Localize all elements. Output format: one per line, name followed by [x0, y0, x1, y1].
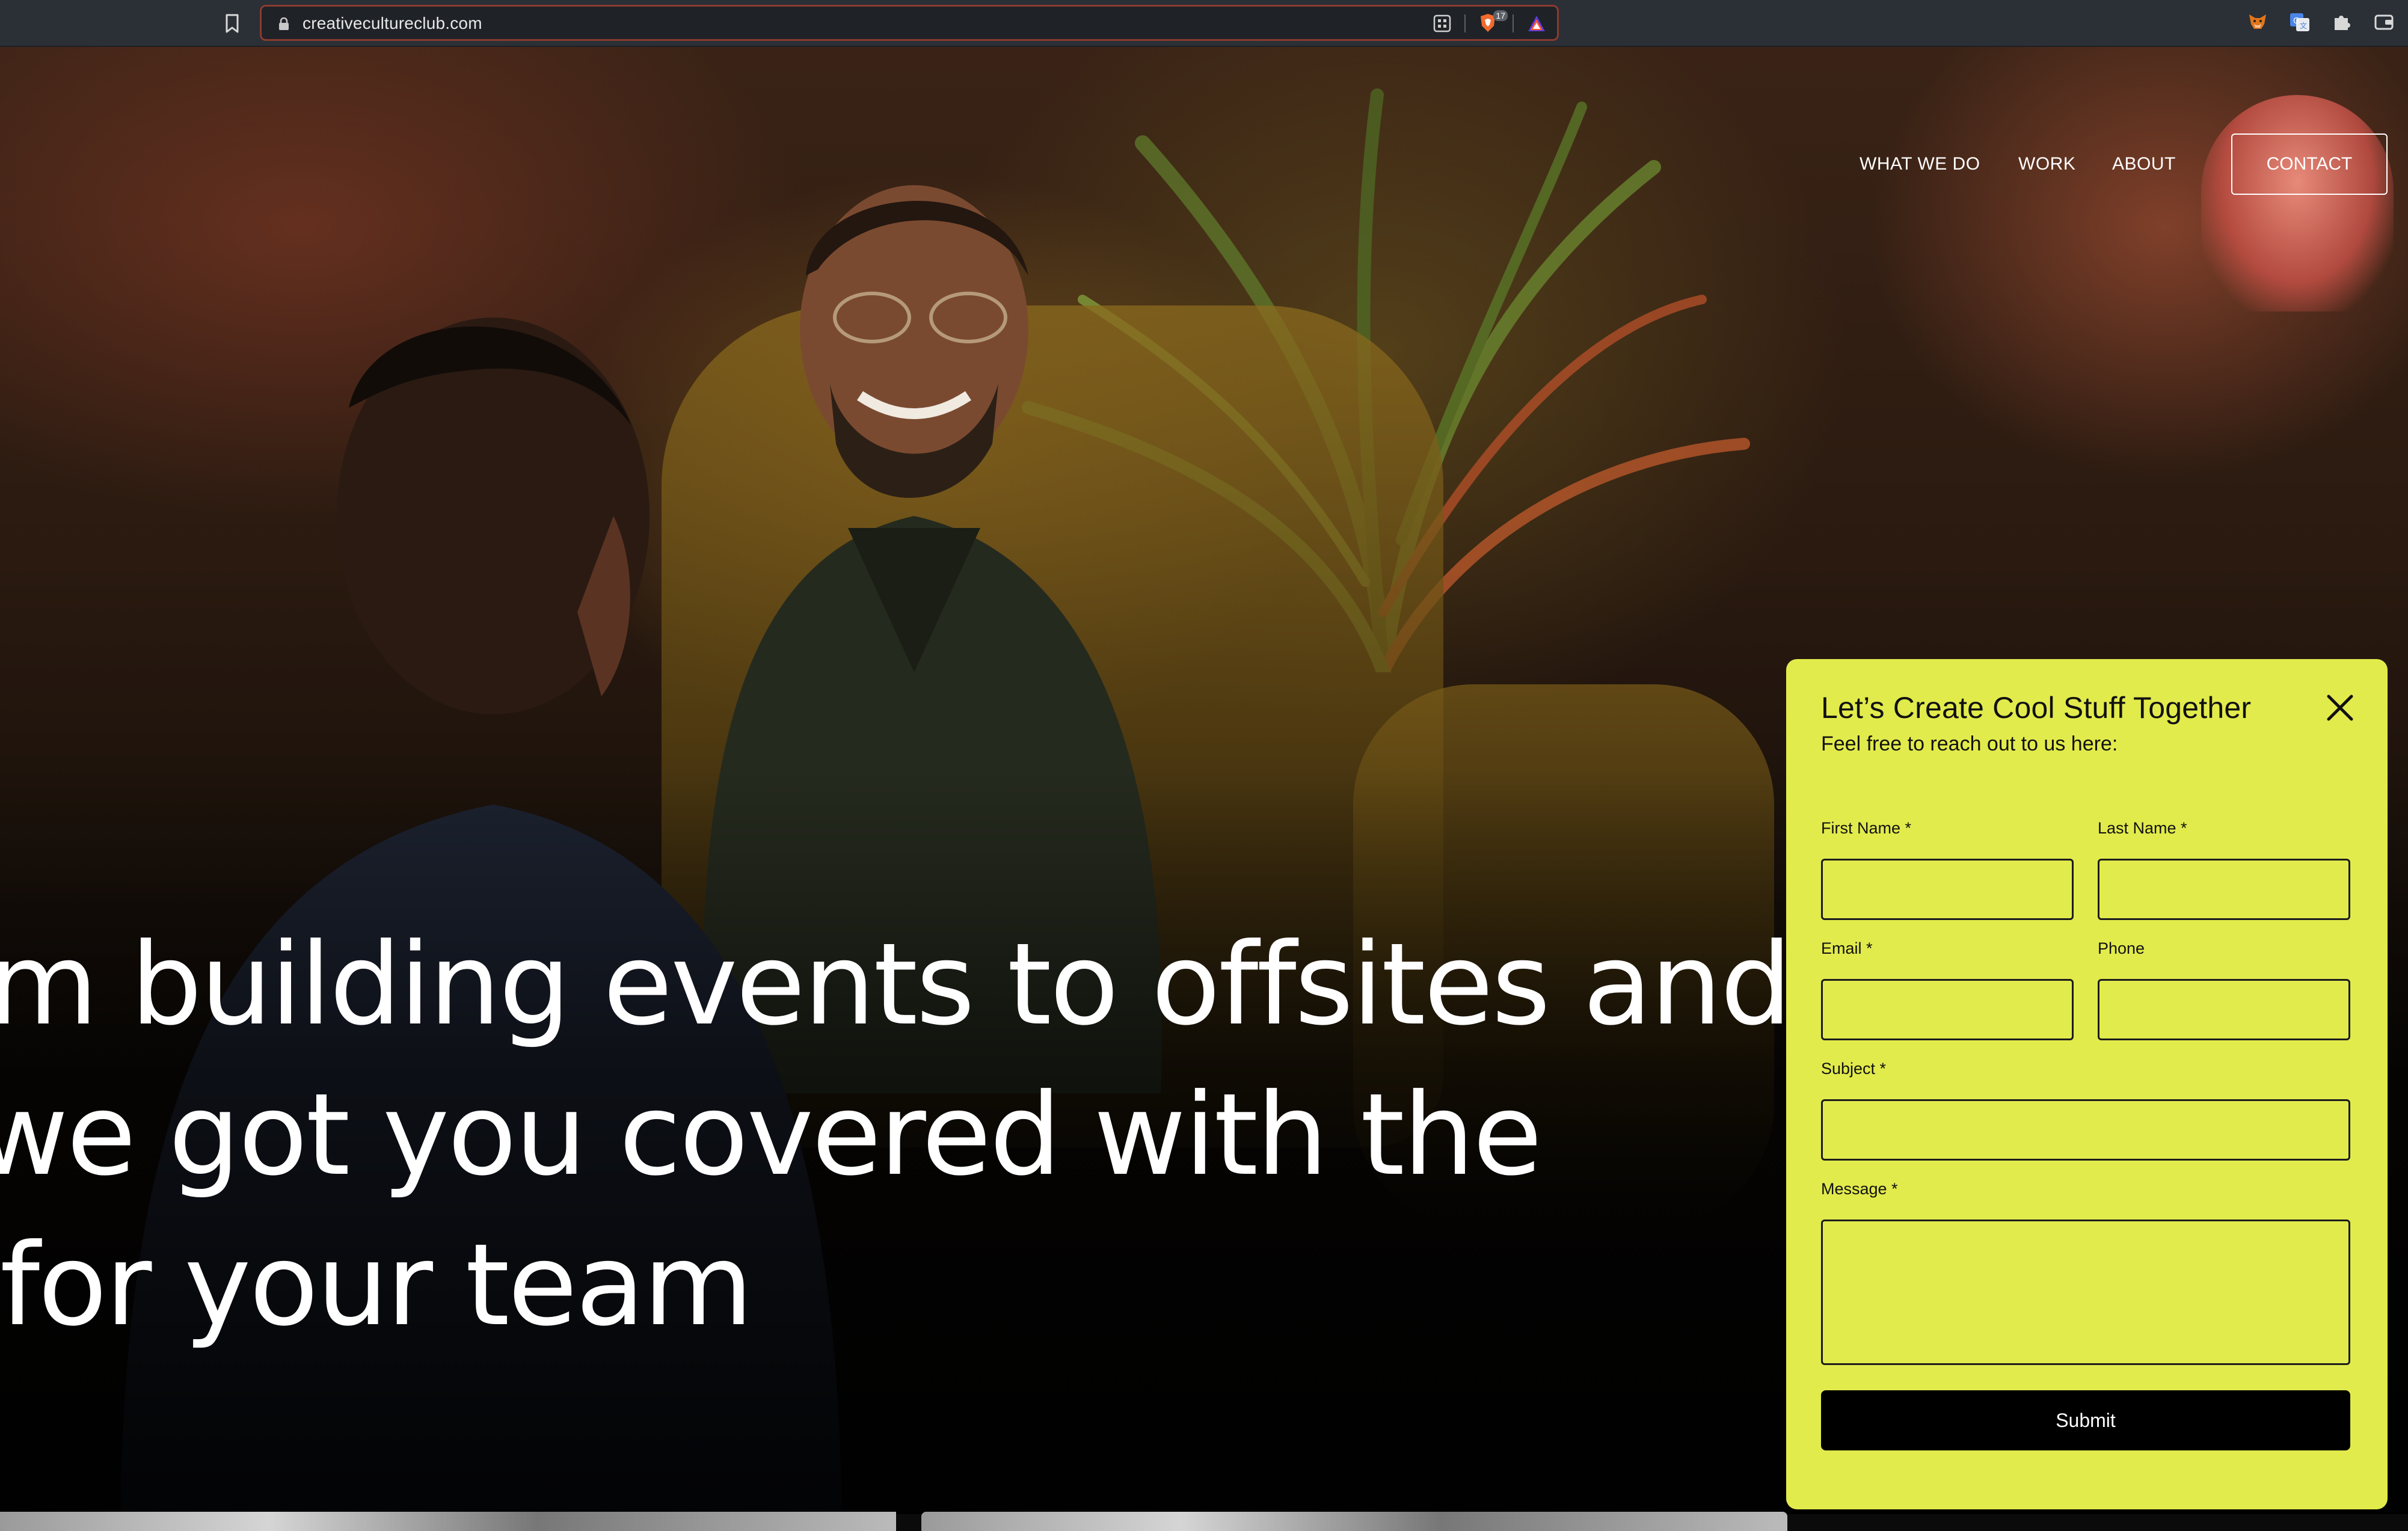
bookmark-icon[interactable] [224, 13, 241, 34]
last-name-label: Last Name * [2098, 819, 2187, 837]
shield-count-badge: 17 [1493, 10, 1508, 21]
phone-field[interactable] [2098, 979, 2350, 1040]
last-name-field[interactable] [2098, 859, 2350, 920]
subject-field[interactable] [1821, 1099, 2350, 1161]
modal-subtitle: Feel free to reach out to us here: [1821, 732, 2118, 755]
email-field[interactable] [1821, 979, 2074, 1040]
lock-icon[interactable] [278, 17, 289, 31]
wallet-icon[interactable] [2373, 11, 2395, 32]
browser-toolbar: creativecultureclub.com 17 G 文 [0, 0, 2408, 47]
message-label: Message * [1821, 1180, 1898, 1198]
metamask-fox-icon[interactable] [2247, 11, 2268, 32]
address-bar-divider [1464, 14, 1466, 32]
address-bar[interactable]: creativecultureclub.com 17 [260, 5, 1559, 41]
close-icon[interactable] [2324, 692, 2356, 724]
site-nav: WHAT WE DO WORK ABOUT CONTACT [0, 133, 2408, 206]
nav-about[interactable]: ABOUT [2112, 154, 2176, 174]
svg-text:文: 文 [2300, 21, 2307, 30]
email-label: Email * [1821, 939, 1873, 957]
translate-icon[interactable]: G 文 [2289, 11, 2311, 32]
contact-modal: Let’s Create Cool Stuff Together Feel fr… [1786, 659, 2388, 1509]
address-bar-divider [1513, 14, 1514, 32]
phone-label: Phone [2098, 939, 2145, 957]
message-field[interactable] [1821, 1220, 2350, 1365]
first-name-label: First Name * [1821, 819, 1912, 837]
nav-work[interactable]: WORK [2018, 154, 2075, 174]
submit-button[interactable]: Submit [1821, 1390, 2350, 1450]
svg-text:G: G [2293, 17, 2299, 26]
nav-contact-button[interactable]: CONTACT [2231, 133, 2388, 195]
modal-title: Let’s Create Cool Stuff Together [1821, 691, 2252, 725]
address-bar-actions: 17 [1433, 10, 1546, 34]
gallery-thumbnail-strip [921, 1512, 1787, 1531]
url-text[interactable]: creativecultureclub.com [303, 14, 482, 33]
extensions-toolbar: G 文 [2247, 11, 2408, 32]
headline-line-2: we got you covered with the [0, 1069, 1543, 1201]
nav-what-we-do[interactable]: WHAT WE DO [1860, 154, 1980, 174]
first-name-field[interactable] [1821, 859, 2074, 920]
brave-shield-button[interactable]: 17 [1479, 10, 1508, 34]
extensions-puzzle-icon[interactable] [2331, 11, 2353, 32]
headline-line-3: for your team [0, 1220, 753, 1351]
subject-label: Subject * [1821, 1060, 1887, 1078]
gallery-thumbnail-strip [0, 1512, 896, 1531]
qr-code-icon[interactable] [1433, 14, 1451, 32]
brave-rewards-icon[interactable] [1527, 14, 1546, 32]
headline-line-1: m building events to offsites and [0, 919, 1792, 1051]
